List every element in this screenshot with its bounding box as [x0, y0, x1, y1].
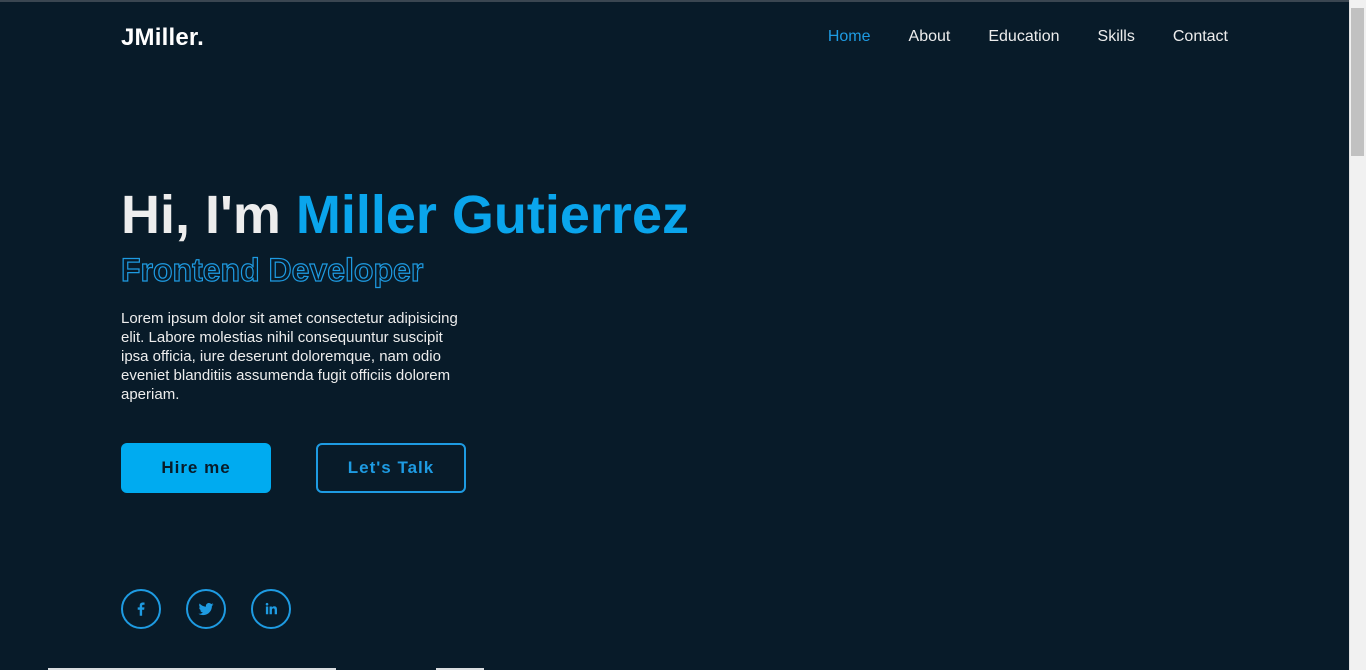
site-logo[interactable]: JMiller.	[121, 24, 204, 52]
lets-talk-button[interactable]: Let's Talk	[316, 443, 466, 493]
hire-me-button[interactable]: Hire me	[121, 443, 271, 493]
facebook-icon	[137, 602, 145, 616]
hero-description: Lorem ipsum dolor sit amet consectetur a…	[121, 310, 458, 403]
hero-role: Frontend Developer	[120, 251, 424, 288]
facebook-link[interactable]	[121, 589, 161, 629]
nav-home-link[interactable]: Home	[828, 28, 871, 46]
hero-title: Hi, I'm Miller Gutierrez	[121, 185, 689, 245]
twitter-icon	[198, 603, 214, 616]
window-top-border	[0, 0, 1366, 2]
nav-education-link[interactable]: Education	[988, 28, 1059, 46]
main-nav: Home About Education Skills Contact	[790, 28, 1228, 46]
nav-contact-link[interactable]: Contact	[1173, 28, 1228, 46]
scrollbar-thumb[interactable]	[1351, 8, 1364, 156]
nav-skills-link[interactable]: Skills	[1098, 28, 1135, 46]
nav-about-link[interactable]: About	[909, 28, 951, 46]
hero-name: Miller Gutierrez	[295, 185, 689, 245]
linkedin-icon	[265, 602, 277, 615]
linkedin-link[interactable]	[251, 589, 291, 629]
hero-greeting: Hi, I'm	[121, 185, 296, 245]
scrollbar[interactable]	[1349, 0, 1366, 670]
twitter-link[interactable]	[186, 589, 226, 629]
